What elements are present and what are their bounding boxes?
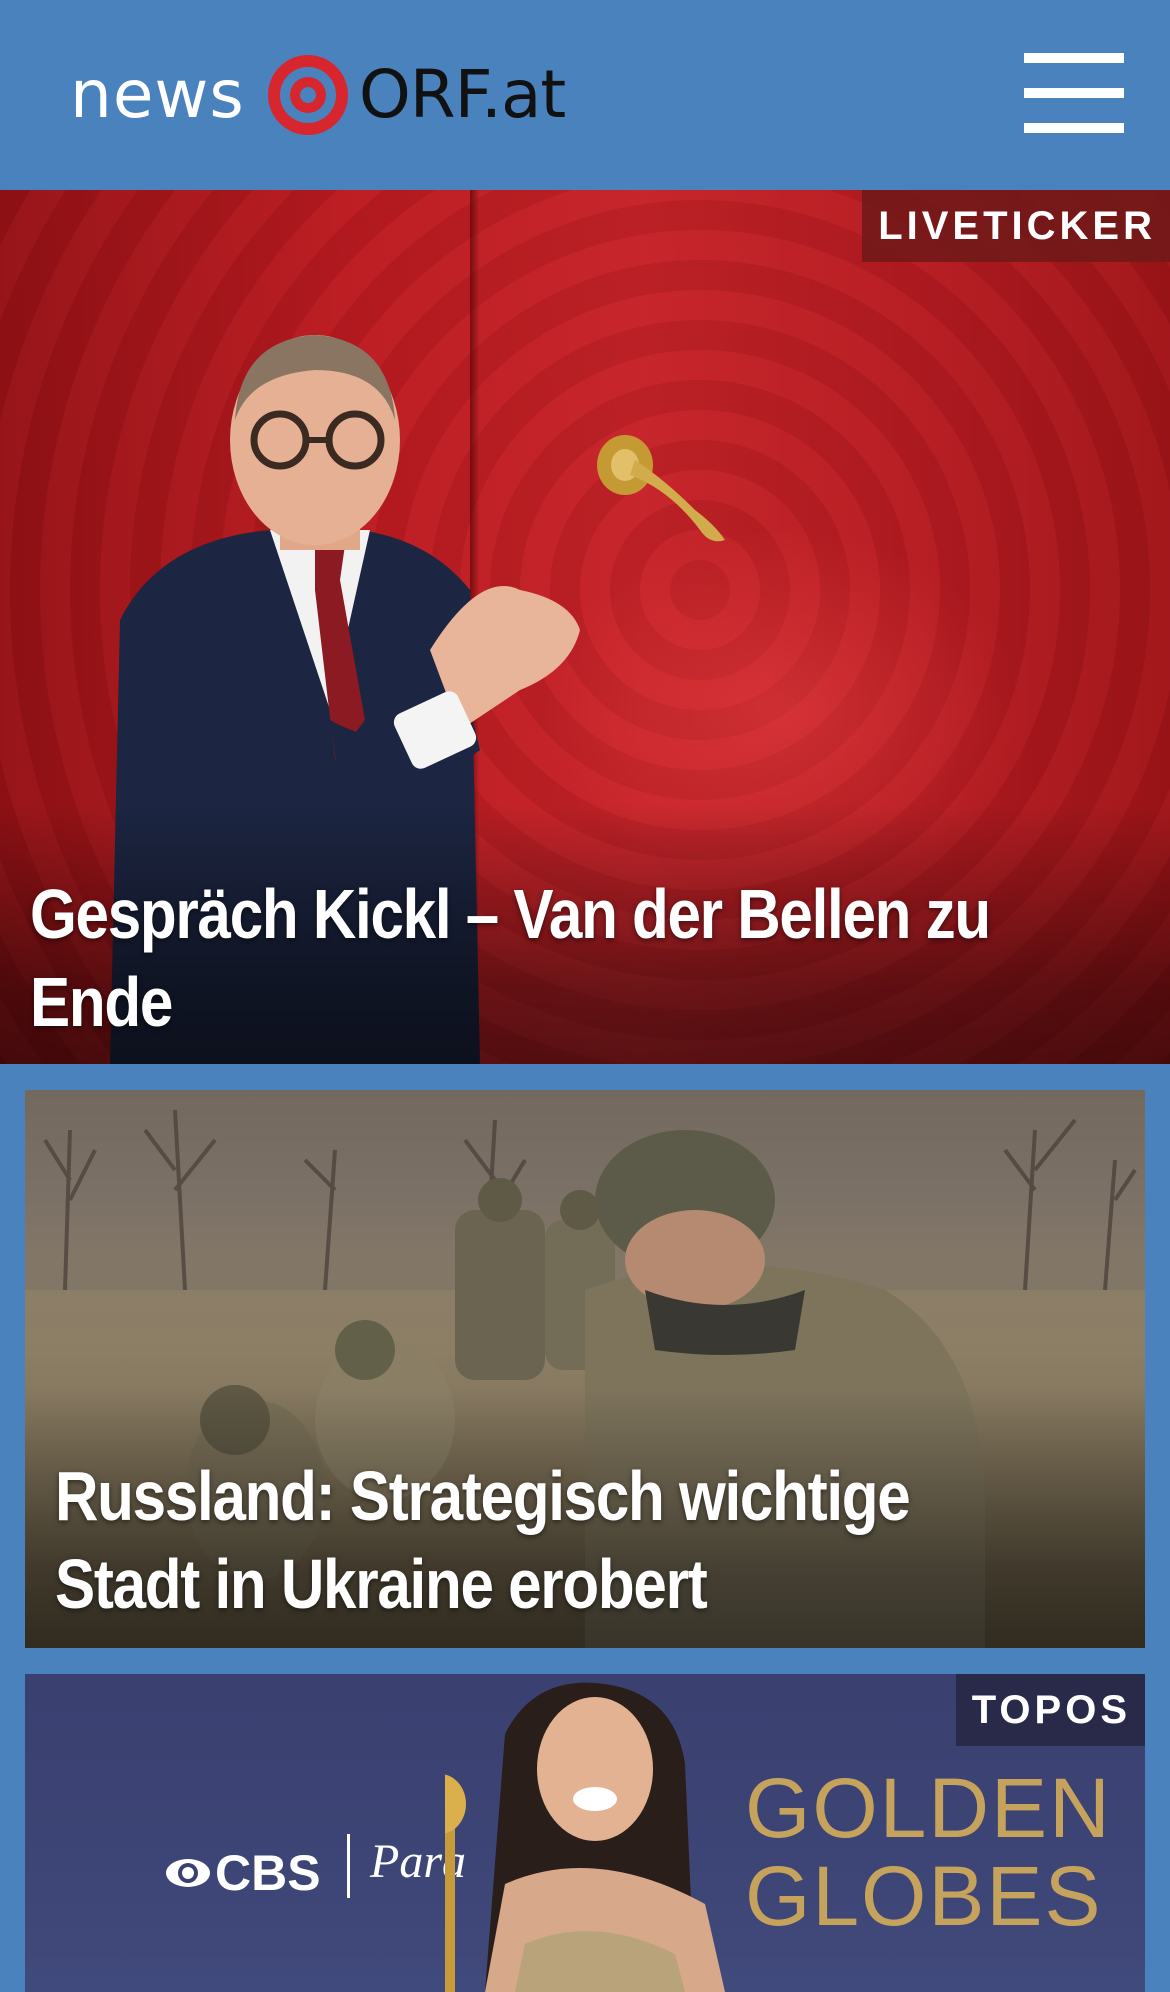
orf-target-icon bbox=[267, 55, 348, 135]
lead-story-teaser[interactable]: LIVETICKER Gespräch Kickl – Van der Bell… bbox=[0, 190, 1170, 1064]
topos-story-teaser[interactable]: CBS Para GOLDEN GLOBES TOPOS bbox=[25, 1674, 1145, 1992]
story-teaser[interactable]: Russland: Strategisch wichtige Stadt in … bbox=[25, 1090, 1145, 1648]
liveticker-badge: LIVETICKER bbox=[862, 190, 1170, 262]
cbs-logo: CBS bbox=[165, 1844, 321, 1902]
top-bar: news ORF.at bbox=[0, 0, 1170, 190]
story-headline[interactable]: Russland: Strategisch wichtige Stadt in … bbox=[55, 1452, 967, 1628]
topos-badge: TOPOS bbox=[955, 1674, 1145, 1746]
hamburger-menu-icon[interactable] bbox=[1024, 50, 1124, 136]
logo-news-text: news bbox=[70, 56, 245, 133]
news-orf-logo[interactable]: news ORF.at bbox=[70, 50, 566, 140]
lead-story-headline[interactable]: Gespräch Kickl – Van der Bellen zu Ende bbox=[30, 870, 1002, 1046]
woman-with-trophy-image bbox=[445, 1682, 725, 1992]
logo-orf-text: ORF.at bbox=[358, 56, 566, 133]
cbs-eye-icon bbox=[166, 1859, 210, 1887]
